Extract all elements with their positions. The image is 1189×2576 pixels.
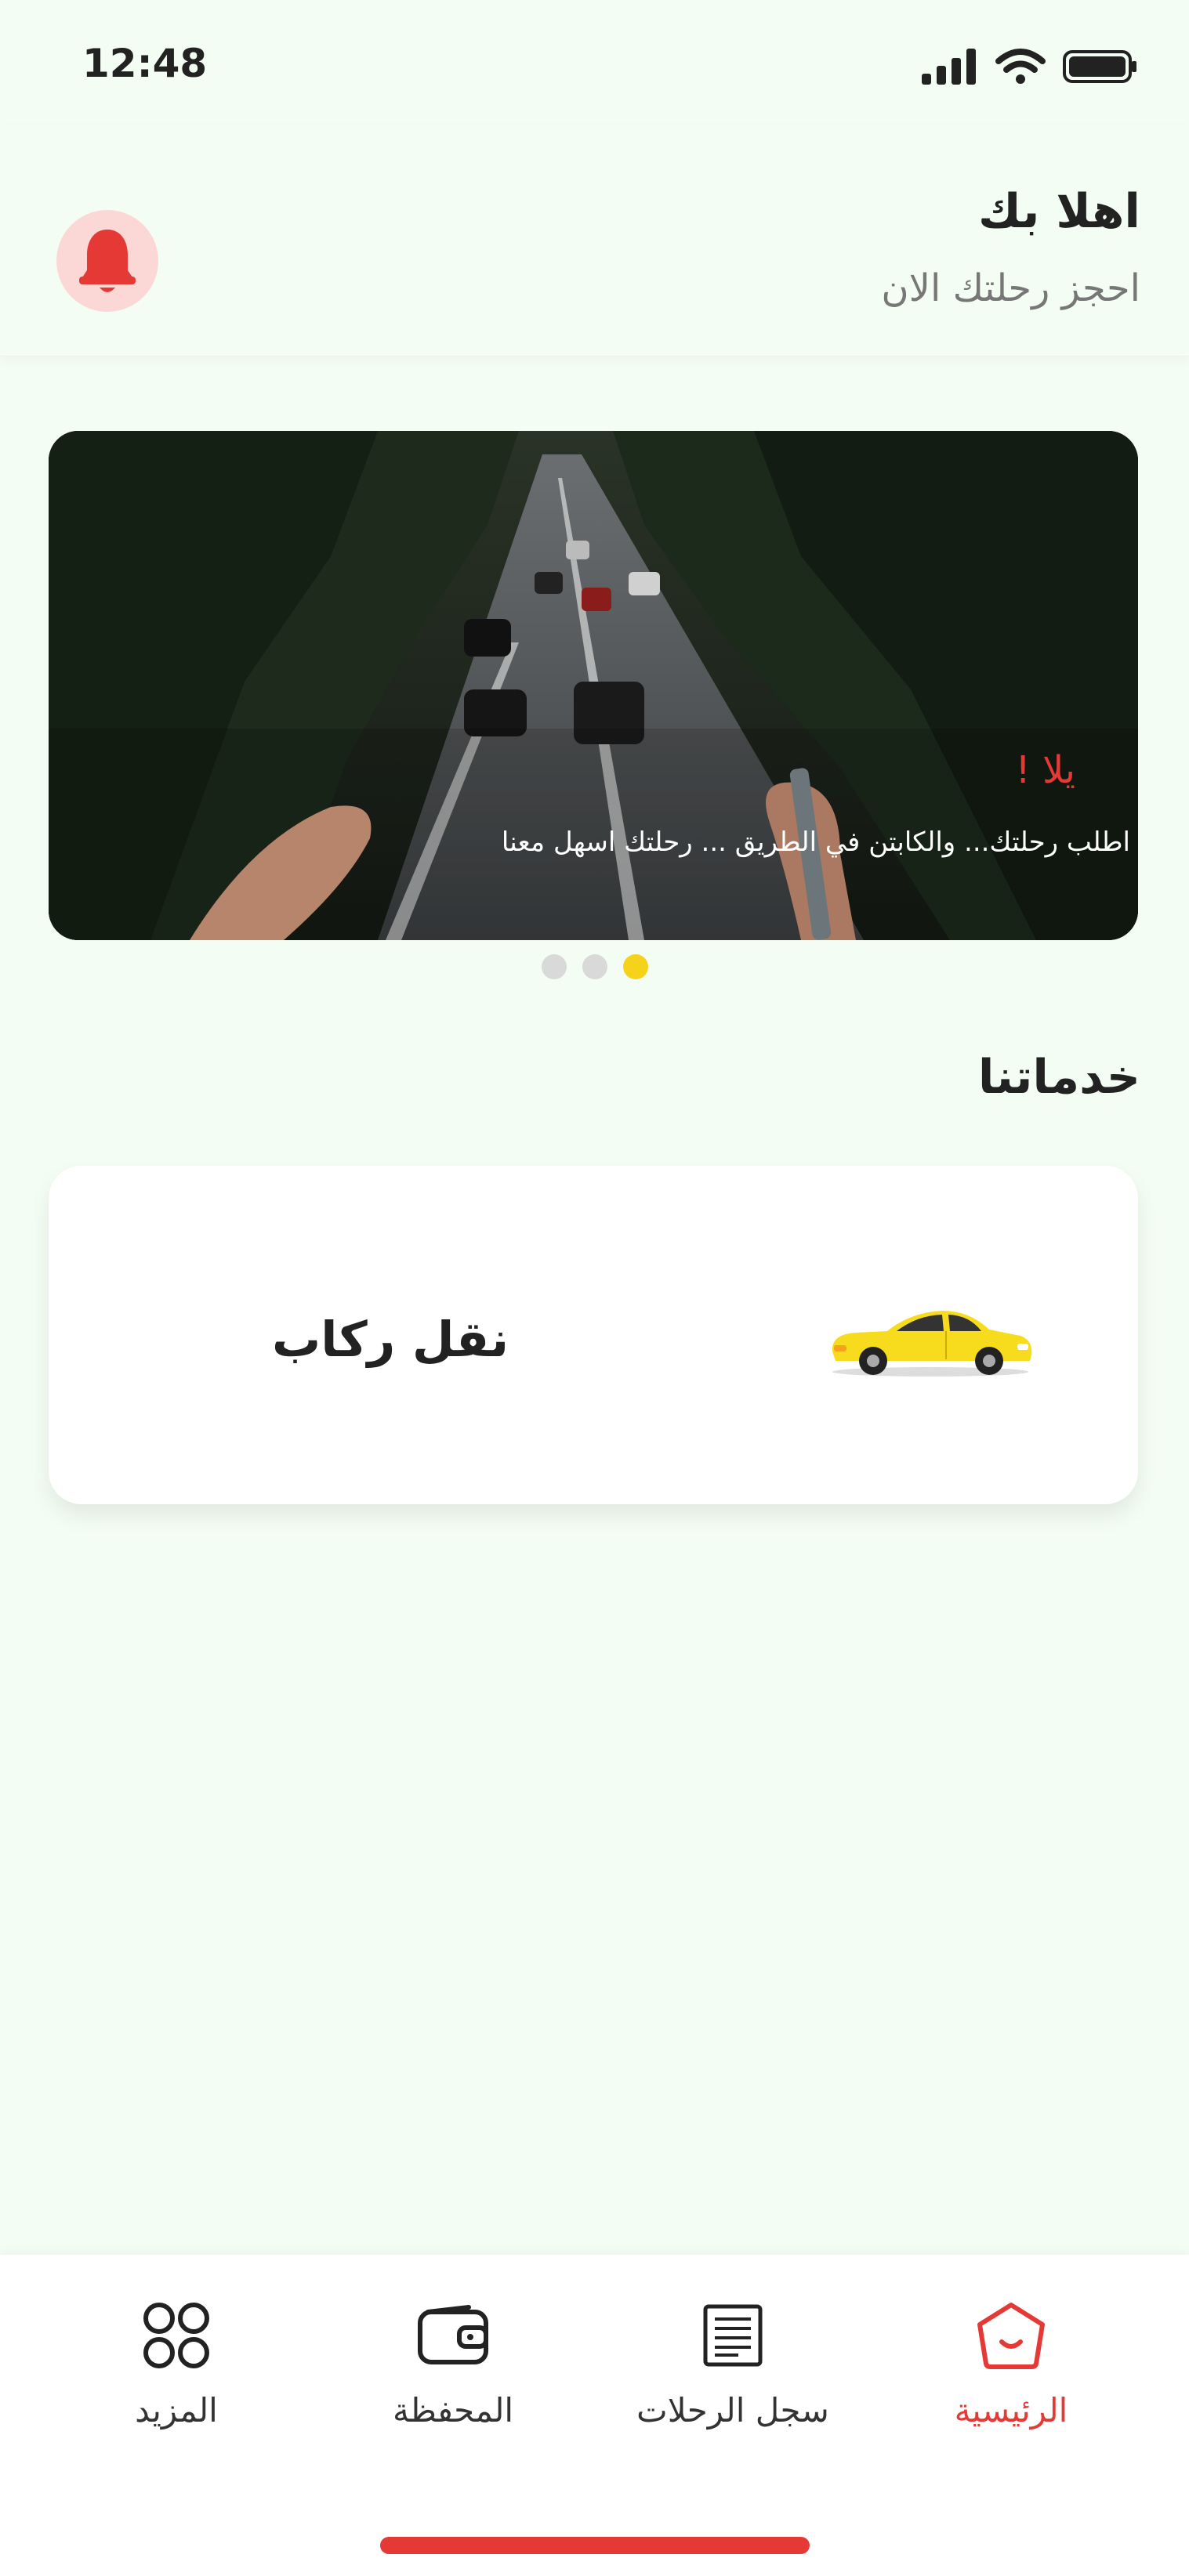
nav-item-home[interactable]: الرئيسية [894,2292,1129,2441]
carousel-dot[interactable] [582,954,607,979]
wifi-icon [995,49,1046,84]
bottom-nav: المزيد المحفظة سجل الرحلات الرئيسية [0,2255,1189,2576]
nav-label-trip-log: سجل الرحلات [636,2391,829,2429]
services-title: خدماتنا [977,1050,1140,1105]
nav-item-more[interactable]: المزيد [59,2292,294,2441]
banner-title: يلا ! [1015,748,1076,792]
more-grid-icon [143,2303,209,2368]
signal-icon [922,49,976,85]
greeting-subtitle: احجز رحلتك الان [881,266,1140,310]
nav-label-more: المزيد [135,2391,218,2429]
carousel-dot[interactable] [541,954,567,979]
header: اهلا بك احجز رحلتك الان [0,125,1189,356]
taxi-car-icon [832,1311,1032,1377]
trip-log-icon [703,2304,763,2367]
status-bar: 12:48 [0,0,1189,125]
notifications-button[interactable] [56,210,158,312]
nav-label-wallet: المحفظة [392,2391,514,2429]
home-icon [977,2303,1045,2369]
carousel-dots [0,954,1189,979]
road-photo [49,431,1138,940]
status-time: 12:48 [82,41,208,86]
home-indicator [380,2537,810,2554]
promo-banner[interactable] [49,431,1138,940]
service-card-passenger-transport[interactable]: نقل ركاب [49,1166,1138,1504]
greeting-title: اهلا بك [977,184,1140,239]
wallet-icon [418,2305,488,2364]
nav-item-wallet[interactable]: المحفظة [335,2292,571,2441]
status-icons [922,49,1138,85]
carousel-dot-active[interactable] [622,954,648,979]
nav-label-home: الرئيسية [954,2391,1068,2429]
banner-description: اطلب رحلتك... والكابتن في الطريق ... رحل… [501,827,1130,858]
nav-item-trip-log[interactable]: سجل الرحلات [615,2292,850,2441]
battery-icon [1063,50,1136,83]
bell-icon [79,230,136,292]
service-label: نقل ركاب [272,1311,509,1368]
